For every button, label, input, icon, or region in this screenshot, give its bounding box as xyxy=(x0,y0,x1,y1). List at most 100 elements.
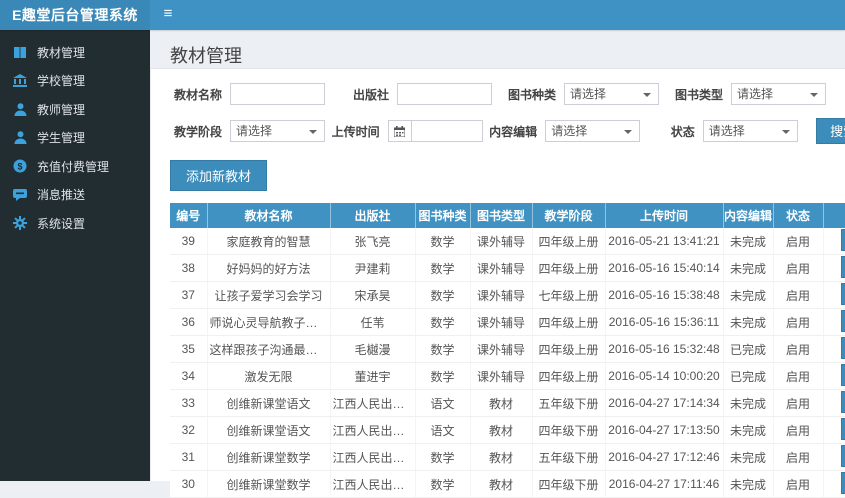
table-cell: 启用 xyxy=(773,417,823,444)
table-cell: 34 xyxy=(170,363,207,390)
chevron-down-icon xyxy=(810,93,818,97)
table-cell: 课外辅导 xyxy=(470,255,532,282)
table-cell: 2016-05-16 15:40:14 xyxy=(605,255,723,282)
filter-field: 状态请选择 xyxy=(643,120,801,142)
row-action-button[interactable] xyxy=(841,418,845,440)
textbook-table: 编号教材名称出版社图书种类图书类型教学阶段上传时间内容编辑状态 39家庭教育的智… xyxy=(170,203,845,498)
table-cell-actions xyxy=(823,417,845,444)
row-action-button[interactable] xyxy=(841,310,845,332)
select-value: 请选择 xyxy=(709,124,745,138)
table-cell: 启用 xyxy=(773,309,823,336)
content-panel: 教材名称出版社图书种类请选择图书类型请选择教学阶段请选择上传时间内容编辑请选择状… xyxy=(150,68,845,481)
sidebar: 教材管理学校管理教师管理学生管理$充值付费管理消息推送系统设置 xyxy=(0,30,150,481)
table-cell: 已完成 xyxy=(723,336,773,363)
table-cell: 36 xyxy=(170,309,207,336)
row-action-button[interactable] xyxy=(841,364,845,386)
table-cell-actions xyxy=(823,471,845,498)
table-row: 35这样跟孩子沟通最有效毛樾漫数学课外辅导四年级上册2016-05-16 15:… xyxy=(170,336,845,363)
filter-field: 内容编辑请选择 xyxy=(485,120,643,142)
table-cell: 教材 xyxy=(470,390,532,417)
table-cell: 家庭教育的智慧 xyxy=(207,228,330,255)
table-cell: 未完成 xyxy=(723,417,773,444)
app-title: E趣堂后台管理系统 xyxy=(0,0,150,30)
select-value: 请选择 xyxy=(236,124,272,138)
table-cell: 四年级上册 xyxy=(532,309,605,336)
row-action-button[interactable] xyxy=(841,472,845,494)
col-header: 上传时间 xyxy=(605,203,723,228)
filter-select[interactable]: 请选择 xyxy=(731,83,826,105)
table-cell: 32 xyxy=(170,417,207,444)
table-row: 34激发无限董进宇数学课外辅导四年级上册2016-05-14 10:00:20已… xyxy=(170,363,845,390)
table-row: 32创维新课堂语文江西人民出版社语文教材四年级下册2016-04-27 17:1… xyxy=(170,417,845,444)
table-cell: 启用 xyxy=(773,255,823,282)
payment-icon: $ xyxy=(13,159,27,173)
table-row: 39家庭教育的智慧张飞亮数学课外辅导四年级上册2016-05-21 13:41:… xyxy=(170,228,845,255)
filter-select[interactable]: 请选择 xyxy=(564,83,659,105)
filter-field: 出版社 xyxy=(337,83,504,105)
table-cell: 数学 xyxy=(415,255,470,282)
table-cell: 五年级下册 xyxy=(532,390,605,417)
settings-icon xyxy=(13,216,27,230)
filter-input[interactable] xyxy=(397,83,492,105)
add-textbook-button[interactable]: 添加新教材 xyxy=(170,160,267,191)
table-cell: 张飞亮 xyxy=(330,228,415,255)
sidebar-item-label: 教材管理 xyxy=(37,44,85,61)
table-cell: 2016-05-16 15:36:11 xyxy=(605,309,723,336)
filter-label: 图书种类 xyxy=(504,86,556,103)
table-cell: 数学 xyxy=(415,471,470,498)
search-button[interactable]: 搜索 xyxy=(816,118,845,144)
table-cell: 2016-05-16 15:38:48 xyxy=(605,282,723,309)
student-icon xyxy=(13,131,27,145)
filter-field: 教学阶段请选择 xyxy=(170,120,328,142)
date-input[interactable] xyxy=(411,120,483,142)
sidebar-item-6[interactable]: 消息推送 xyxy=(0,181,150,210)
table-row: 30创维新课堂数学江西人民出版社数学教材四年级下册2016-04-27 17:1… xyxy=(170,471,845,498)
row-action-button[interactable] xyxy=(841,283,845,305)
filter-select[interactable]: 请选择 xyxy=(230,120,325,142)
table-cell-actions xyxy=(823,444,845,471)
row-action-button[interactable] xyxy=(841,256,845,278)
table-cell: 七年级上册 xyxy=(532,282,605,309)
row-action-button[interactable] xyxy=(841,337,845,359)
filter-select[interactable]: 请选择 xyxy=(703,120,798,142)
sidebar-item-4[interactable]: 学生管理 xyxy=(0,124,150,153)
select-value: 请选择 xyxy=(737,87,773,101)
sidebar-item-3[interactable]: 教师管理 xyxy=(0,95,150,124)
sidebar-item-label: 教师管理 xyxy=(37,101,85,118)
sidebar-toggle-icon[interactable]: ≡ xyxy=(150,0,186,30)
table-cell: 创维新课堂语文 xyxy=(207,417,330,444)
table-row: 31创维新课堂数学江西人民出版社数学教材五年级下册2016-04-27 17:1… xyxy=(170,444,845,471)
table-cell: 已完成 xyxy=(723,363,773,390)
sidebar-item-2[interactable]: 学校管理 xyxy=(0,67,150,96)
table-cell: 数学 xyxy=(415,336,470,363)
row-action-button[interactable] xyxy=(841,391,845,413)
filter-label: 状态 xyxy=(643,123,695,140)
table-cell: 数学 xyxy=(415,309,470,336)
table-cell: 数学 xyxy=(415,444,470,471)
row-action-button[interactable] xyxy=(841,445,845,467)
filter-label: 教学阶段 xyxy=(170,123,222,140)
table-cell: 未完成 xyxy=(723,471,773,498)
table-cell: 这样跟孩子沟通最有效 xyxy=(207,336,330,363)
sidebar-item-5[interactable]: $充值付费管理 xyxy=(0,152,150,181)
textbook-table-wrap: 编号教材名称出版社图书种类图书类型教学阶段上传时间内容编辑状态 39家庭教育的智… xyxy=(170,203,845,498)
table-cell: 数学 xyxy=(415,282,470,309)
chevron-down-icon xyxy=(309,130,317,134)
calendar-icon[interactable] xyxy=(388,120,411,142)
table-cell: 2016-04-27 17:13:50 xyxy=(605,417,723,444)
table-cell: 四年级下册 xyxy=(532,471,605,498)
sidebar-item-1[interactable]: 教材管理 xyxy=(0,38,150,67)
table-cell: 师说心灵导航教子有方 xyxy=(207,309,330,336)
table-cell-actions xyxy=(823,309,845,336)
table-row: 33创维新课堂语文江西人民出版社语文教材五年级下册2016-04-27 17:1… xyxy=(170,390,845,417)
filter-input[interactable] xyxy=(230,83,325,105)
table-cell: 2016-05-16 15:32:48 xyxy=(605,336,723,363)
filter-label: 内容编辑 xyxy=(485,123,537,140)
table-cell: 课外辅导 xyxy=(470,228,532,255)
filter-select[interactable]: 请选择 xyxy=(545,120,640,142)
row-action-button[interactable] xyxy=(841,229,845,251)
table-cell: 未完成 xyxy=(723,255,773,282)
table-cell: 任苇 xyxy=(330,309,415,336)
col-header: 编号 xyxy=(170,203,207,228)
sidebar-item-7[interactable]: 系统设置 xyxy=(0,209,150,238)
